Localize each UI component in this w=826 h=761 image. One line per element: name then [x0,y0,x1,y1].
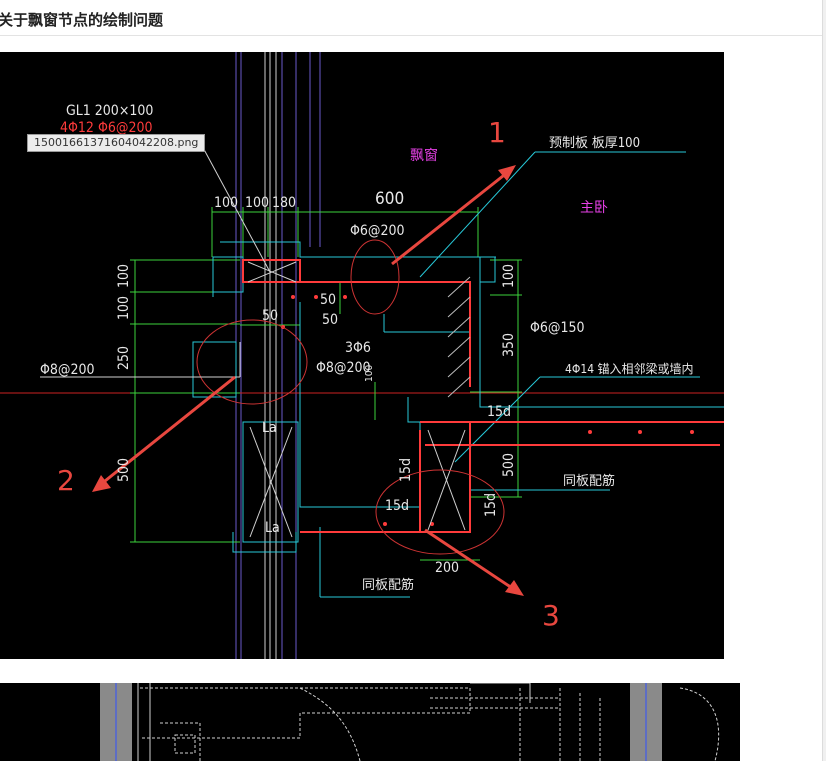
same-slab-b: 同板配筋 [362,577,414,593]
gl1-label: GL1 200×100 [66,103,153,119]
same-slab-a: 同板配筋 [563,473,615,489]
dim-top-100a: 100 [214,195,238,211]
dim-right-100: 100 [501,264,517,288]
top-rebar: Φ6@200 [350,223,405,239]
dim-right-500: 500 [501,453,517,477]
dim-left-100: 100 [116,264,132,288]
dim-right-350: 350 [501,333,517,357]
stirrup-label: Φ8@200 [316,360,371,376]
scrollbar[interactable] [822,0,826,761]
anchor-note: 4Φ14 锚入相邻梁或墙内 [565,361,694,376]
dim-50-c: 50 [320,292,336,308]
image-filename-tooltip: 15001661371604042208.png [27,134,206,152]
dim-15d-c: 15d [385,498,409,514]
left-rebar-label: Φ8@200 [40,362,95,378]
dim-top-180: 180 [272,195,296,211]
callout-1: 1 [488,116,506,149]
small-dim: 100 [364,365,375,382]
second-cad-image[interactable] [0,683,740,761]
dim-top-100b: 100 [245,195,269,211]
lap-a: La [262,420,277,436]
bedroom-label: 主卧 [580,200,608,216]
dim-left-500: 500 [116,458,132,482]
slab-note: 预制板 板厚100 [549,136,640,151]
post-title: 关于飘窗节点的绘制问题 [0,11,164,29]
bay-window-label: 飘窗 [410,147,438,164]
dim-left-100b: 100 [116,296,132,320]
right-rebar-label: Φ6@150 [530,320,585,336]
dim-15d-d: 15d [483,493,499,517]
dim-200: 200 [435,560,459,576]
dim-15d-b: 15d [398,458,414,482]
dim-50-b: 50 [322,312,338,328]
dim-top-600: 600 [375,189,404,209]
bars-3: 3Φ6 [345,340,371,356]
dim-50-a: 50 [262,308,278,324]
dim-15d-a: 15d [487,404,511,420]
dim-left-250: 250 [116,346,132,370]
callout-3: 3 [542,599,560,632]
divider [0,35,822,36]
callout-2: 2 [57,464,75,497]
lap-b: La [265,520,280,536]
